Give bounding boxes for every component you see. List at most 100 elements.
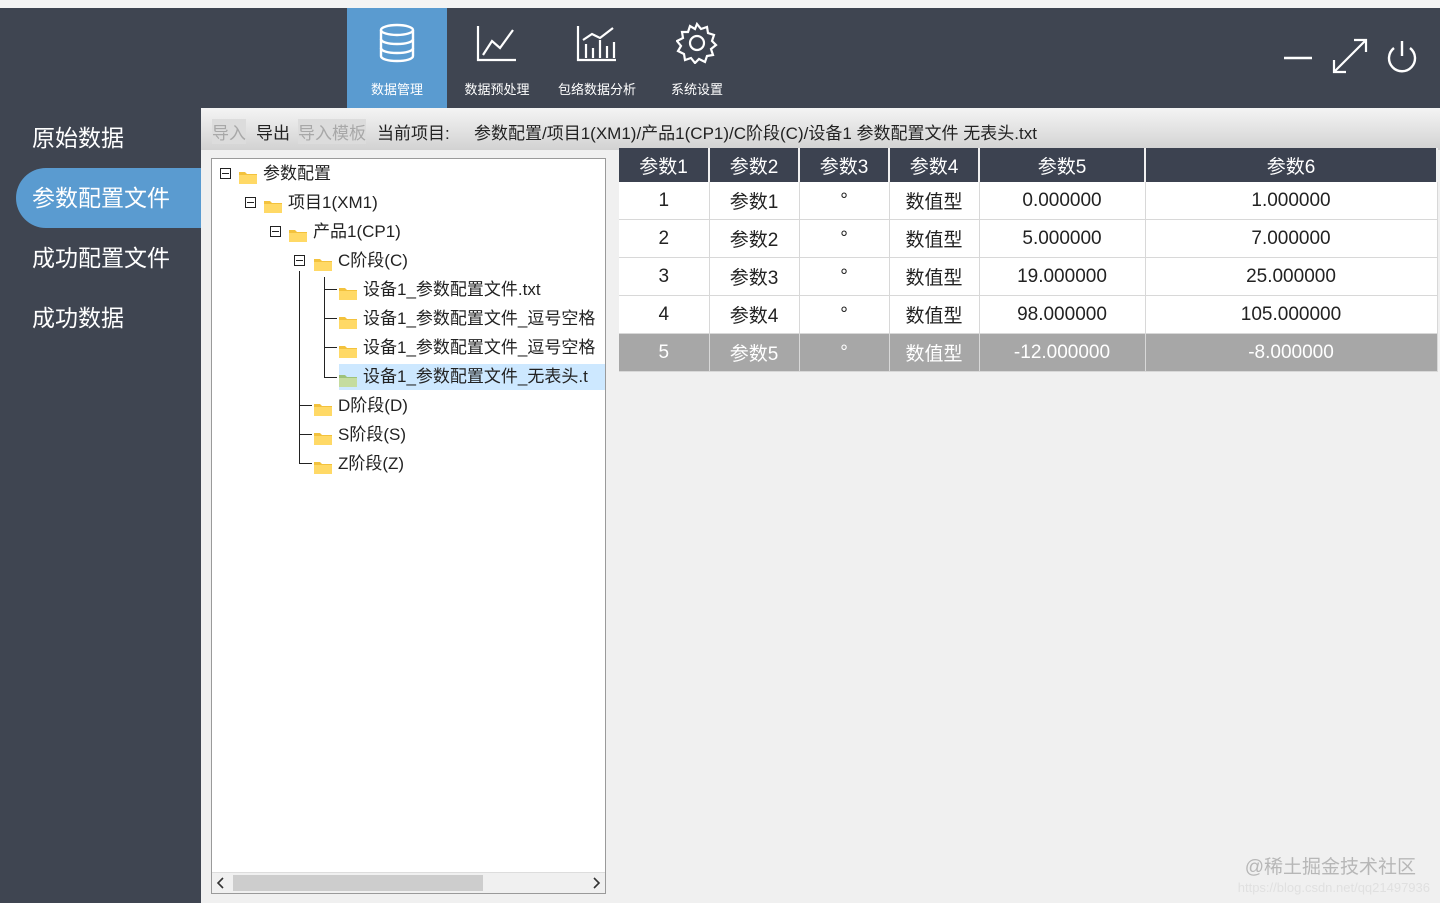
import-template-button[interactable]: 导入模板 [298,119,366,144]
main-panel: 导入 导出 导入模板 当前项目: 参数配置/项目1(XM1)/产品1(CP1)/… [201,108,1440,903]
title-bar: 数据管理 数据预处理 包络数据分析 系统设置 [0,8,1440,108]
table-cell[interactable]: 5 [619,333,710,372]
power-button[interactable] [1382,36,1422,76]
table-cell[interactable]: ° [799,333,890,372]
sidebar-item-success-config[interactable]: 成功配置文件 [16,228,201,288]
table-cell[interactable]: 参数1 [709,182,800,220]
tree-node[interactable]: 项目1(XM1) [264,190,378,216]
collapse-toggle[interactable] [270,226,281,237]
table-cell[interactable]: 数值型 [889,257,980,296]
table-cell[interactable]: -8.000000 [1145,333,1438,372]
column-header[interactable]: 参数2 [709,148,800,182]
tree-line [300,405,312,406]
table-cell[interactable]: ° [799,219,890,258]
export-button[interactable]: 导出 [256,119,290,144]
tree-node[interactable]: S阶段(S) [314,422,406,448]
nav-envelope-analysis[interactable]: 包络数据分析 [547,8,647,108]
project-tree[interactable]: 参数配置 项目1(XM1) 产品1(CP1) C阶段(C) 设备1_参数配置文件… [211,158,606,894]
tree-node[interactable]: 设备1_参数配置文件_逗号空格 [339,306,595,332]
table-cell[interactable]: 2 [619,219,710,258]
scrollbar-thumb[interactable] [233,875,483,891]
import-button[interactable]: 导入 [212,119,246,144]
column-header[interactable]: 参数1 [619,148,710,182]
tree-node[interactable]: 参数配置 [239,161,331,187]
tree-node[interactable]: 设备1_参数配置文件_逗号空格 [339,335,595,361]
table-cell[interactable]: 25.000000 [1145,257,1438,296]
folder-icon [314,398,332,416]
table-cell[interactable]: 4 [619,295,710,334]
nav-system-settings[interactable]: 系统设置 [647,8,747,108]
table-row-selected[interactable]: 5 参数5 ° 数值型 -12.000000 -8.000000 [619,333,1438,372]
column-header[interactable]: 参数6 [1145,148,1438,182]
tree-node-label: Z阶段(Z) [338,454,405,473]
table-cell[interactable]: 参数4 [709,295,800,334]
horizontal-scrollbar[interactable] [212,872,605,893]
table-cell[interactable]: ° [799,257,890,296]
table-cell[interactable]: 1.000000 [1145,182,1438,220]
gear-icon [676,22,718,64]
tree-node-label: 设备1_参数配置文件_逗号空格 [363,309,596,328]
chevron-right-icon[interactable] [591,877,601,889]
table-cell[interactable]: 参数5 [709,333,800,372]
tree-node-selected[interactable]: 设备1_参数配置文件_无表头.t [339,364,605,390]
table-cell[interactable]: 数值型 [889,295,980,334]
collapse-toggle[interactable] [220,168,231,179]
table-row[interactable]: 4 参数4 ° 数值型 98.000000 105.000000 [619,295,1438,334]
table-cell[interactable]: ° [799,295,890,334]
table-row[interactable]: 3 参数3 ° 数值型 19.000000 25.000000 [619,257,1438,296]
column-header[interactable]: 参数3 [799,148,890,182]
sidebar-item-raw-data[interactable]: 原始数据 [16,108,201,168]
maximize-icon [1332,38,1368,74]
tree-node[interactable]: Z阶段(Z) [314,451,404,477]
tree-node[interactable]: C阶段(C) [314,248,408,274]
table-cell[interactable]: 1 [619,182,710,220]
nav-data-management[interactable]: 数据管理 [347,8,447,108]
collapse-toggle[interactable] [294,255,305,266]
current-project-label: 当前项目: [377,124,450,143]
table-header-row: 参数1 参数2 参数3 参数4 参数5 参数6 [619,148,1438,182]
folder-icon [339,311,357,329]
table-row[interactable]: 2 参数2 ° 数值型 5.000000 7.000000 [619,219,1438,258]
table-row[interactable]: 1 参数1 ° 数值型 0.000000 1.000000 [619,182,1438,220]
table-cell[interactable]: 0.000000 [979,182,1146,220]
tree-node[interactable]: 产品1(CP1) [289,219,401,245]
table-cell[interactable]: 19.000000 [979,257,1146,296]
bar-chart-icon [576,26,616,62]
column-header[interactable]: 参数5 [979,148,1146,182]
folder-icon [339,282,357,300]
maximize-button[interactable] [1330,36,1370,76]
column-header[interactable]: 参数4 [889,148,980,182]
sidebar-item-param-config[interactable]: 参数配置文件 [16,168,201,228]
power-icon [1387,41,1417,73]
tree-node[interactable]: 设备1_参数配置文件.txt [339,277,541,303]
table-cell[interactable]: 参数2 [709,219,800,258]
tree-line [300,434,312,435]
table-cell[interactable]: -12.000000 [979,333,1146,372]
minimize-button[interactable] [1278,36,1318,76]
table-cell[interactable]: 数值型 [889,219,980,258]
table-cell[interactable]: 98.000000 [979,295,1146,334]
watermark: @稀土掘金技术社区 [1244,857,1416,878]
data-grid: 参数1 参数2 参数3 参数4 参数5 参数6 1 参数1 ° 数值型 0.00… [619,148,1438,900]
tree-node[interactable]: D阶段(D) [314,393,408,419]
nav-data-preprocess[interactable]: 数据预处理 [447,8,547,108]
chevron-left-icon[interactable] [216,877,226,889]
tree-node-label: S阶段(S) [338,425,406,444]
tree-node-label: 项目1(XM1) [288,193,378,212]
collapse-toggle[interactable] [245,197,256,208]
table-cell[interactable]: 7.000000 [1145,219,1438,258]
tree-node-label: C阶段(C) [338,251,408,270]
table-cell[interactable]: 105.000000 [1145,295,1438,334]
folder-icon [314,456,332,474]
table-cell[interactable]: 数值型 [889,333,980,372]
folder-icon [339,340,357,358]
sidebar-item-success-data[interactable]: 成功数据 [16,288,201,348]
table-cell[interactable]: 数值型 [889,182,980,220]
table-cell[interactable]: 参数3 [709,257,800,296]
table-cell[interactable]: ° [799,182,890,220]
table-cell[interactable]: 3 [619,257,710,296]
param-table: 参数1 参数2 参数3 参数4 参数5 参数6 1 参数1 ° 数值型 0.00… [619,148,1438,372]
table-cell[interactable]: 5.000000 [979,219,1146,258]
toolbar: 导入 导出 导入模板 当前项目: 参数配置/项目1(XM1)/产品1(CP1)/… [201,108,1440,150]
folder-icon [239,166,257,184]
